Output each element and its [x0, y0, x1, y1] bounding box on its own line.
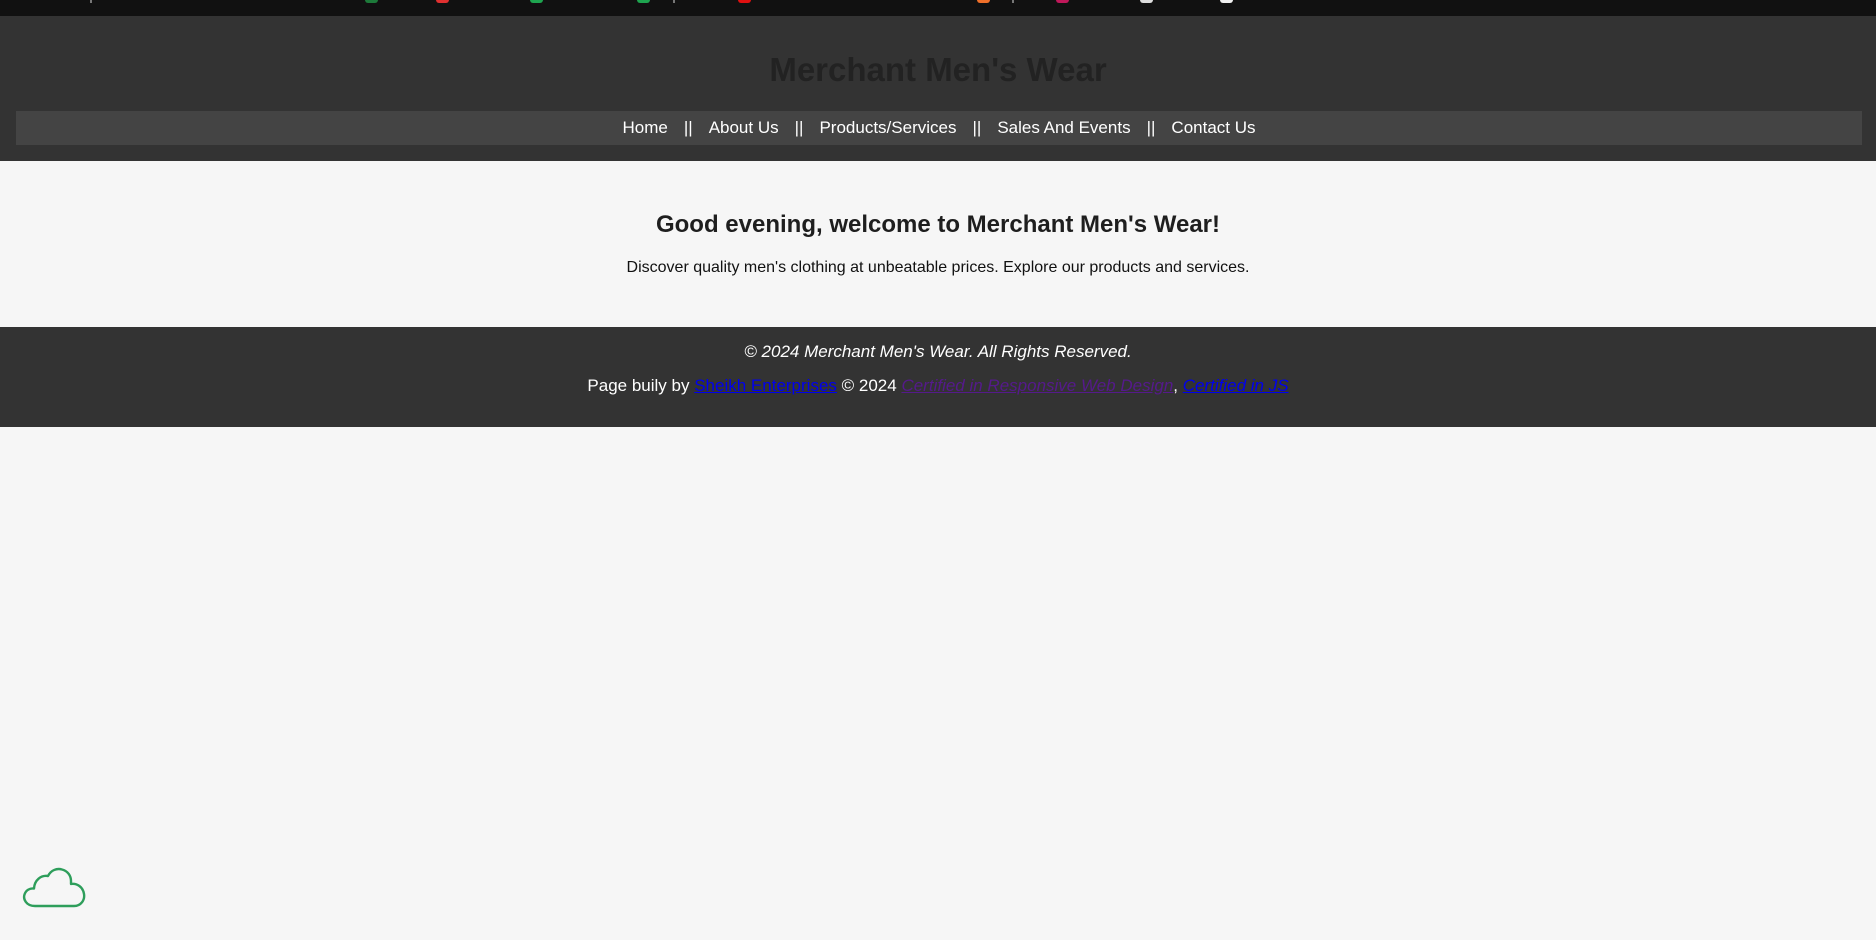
welcome-heading: Good evening, welcome to Merchant Men's … [655, 211, 1221, 238]
footer-comma: , [1173, 376, 1179, 395]
nav-about-us[interactable]: About Us [709, 118, 779, 138]
site-footer: © 2024 Merchant Men's Wear. All Rights R… [0, 327, 1876, 427]
footer-copyright: © 2024 Merchant Men's Wear. All Rights R… [744, 342, 1132, 361]
browser-bookmarks-bar [0, 0, 1876, 16]
nav-contact-us[interactable]: Contact Us [1171, 118, 1255, 138]
nav-separator: || [683, 118, 693, 137]
builder-link[interactable]: Sheikh Enterprises [694, 376, 837, 395]
bookmark-braces-icon[interactable] [1140, 0, 1153, 3]
bookmark-doc-icon[interactable] [1220, 0, 1233, 3]
bookmark-youtube-icon[interactable] [738, 0, 751, 3]
cert-responsive-web-design-link[interactable]: Certified in Responsive Web Design [901, 376, 1173, 395]
footer-year: © 2024 [841, 376, 897, 395]
cert-js-link[interactable]: Certified in JS [1183, 376, 1289, 395]
nav-home[interactable]: Home [622, 118, 667, 138]
bookmark-sheets2-icon[interactable] [637, 0, 650, 3]
cloud-icon[interactable] [21, 866, 87, 910]
intro-text: Discover quality men's clothing at unbea… [626, 259, 1250, 276]
nav-separator: || [1146, 118, 1156, 137]
site-header: Merchant Men's Wear Home || About Us || … [0, 16, 1876, 161]
nav-products-services[interactable]: Products/Services [819, 118, 956, 138]
bookmark-red-icon[interactable] [436, 0, 449, 3]
bookmark-multicolor-icon[interactable] [1056, 0, 1069, 3]
nav-separator: || [972, 118, 982, 137]
bookmark-separator [1012, 0, 1014, 3]
site-title: Merchant Men's Wear [769, 51, 1107, 88]
bookmark-orange-icon[interactable] [977, 0, 990, 3]
nav-separator: || [794, 118, 804, 137]
bookmark-green-icon[interactable] [365, 0, 378, 3]
welcome-section: Good evening, welcome to Merchant Men's … [0, 161, 1876, 327]
bookmark-separator [90, 0, 92, 3]
bookmark-separator [673, 0, 675, 3]
main-nav: Home || About Us || Products/Services ||… [16, 111, 1862, 145]
nav-sales-and-events[interactable]: Sales And Events [997, 118, 1130, 138]
built-by-label: Page buily by [587, 376, 690, 395]
footer-credits: Page buily by Sheikh Enterprises © 2024 … [0, 376, 1876, 396]
bookmark-sheets-icon[interactable] [530, 0, 543, 3]
